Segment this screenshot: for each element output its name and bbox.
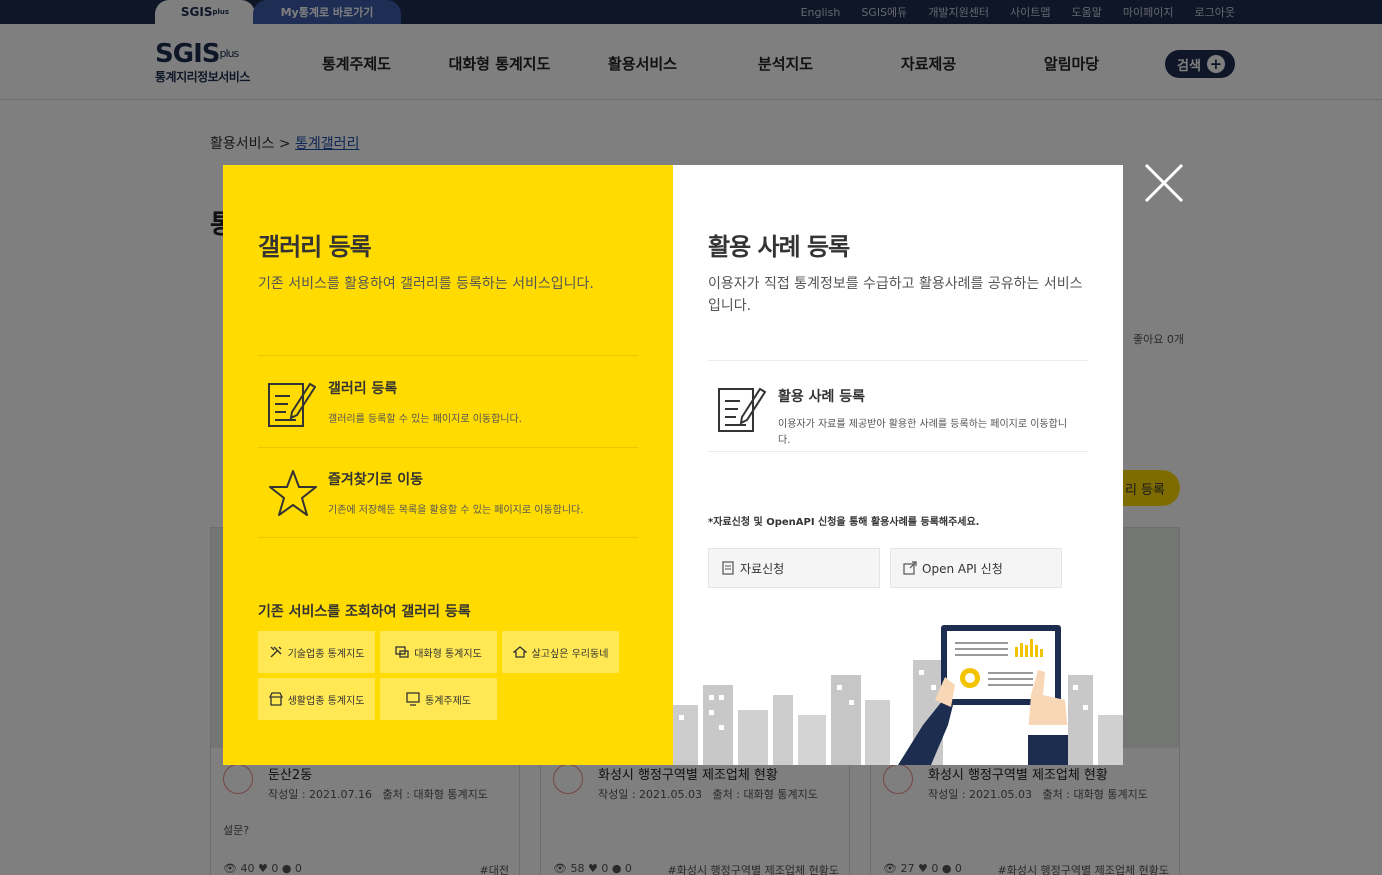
case-register-item-title: 활용 사례 등록 [778, 389, 866, 405]
close-button[interactable] [1144, 163, 1184, 203]
service-section-title: 기존 서비스를 조회하여 갤러리 등록 [258, 604, 471, 620]
tools-icon [270, 646, 282, 658]
divider [258, 537, 638, 538]
service-theme-map-button[interactable]: 통계주제도 [380, 678, 497, 720]
case-register-link[interactable]: 활용 사례 등록 이용자가 자료를 제공받아 활용한 사례를 등록하는 페이지로… [718, 383, 1088, 449]
case-register-title: 활용 사례 등록 [708, 233, 850, 261]
city-tablet-illustration [673, 625, 1123, 765]
divider [258, 447, 638, 448]
gallery-register-desc: 기존 서비스를 활용하여 갤러리를 등록하는 서비스입니다. [258, 276, 594, 292]
service-neighborhood-button[interactable]: 살고싶은 우리동네 [502, 631, 619, 673]
divider [258, 355, 638, 356]
gallery-register-panel: 갤러리 등록 기존 서비스를 활용하여 갤러리를 등록하는 서비스입니다. 갤러… [223, 165, 673, 765]
data-request-button[interactable]: 자료신청 [708, 548, 880, 588]
service-living-map-button[interactable]: 생활업종 통계지도 [258, 678, 375, 720]
favorites-item-desc: 기존에 저장해둔 목록을 활용할 수 있는 페이지로 이동합니다. [328, 505, 584, 516]
gallery-register-title: 갤러리 등록 [258, 233, 372, 261]
document-edit-icon [268, 382, 316, 427]
monitor-icon [406, 692, 420, 706]
case-register-item-desc: 이용자가 자료를 제공받아 활용한 사례를 등록하는 페이지로 이동합니다. [778, 419, 1068, 446]
gallery-register-item-desc: 갤러리를 등록할 수 있는 페이지로 이동합니다. [328, 414, 522, 425]
divider [708, 360, 1088, 361]
service-label: 살고싶은 우리동네 [531, 648, 609, 660]
store-icon [268, 692, 283, 706]
case-register-note: *자료신청 및 OpenAPI 신청을 통해 활용사례를 등록해주세요. [708, 517, 980, 528]
gallery-register-link[interactable]: 갤러리 등록 갤러리를 등록할 수 있는 페이지로 이동합니다. [268, 378, 648, 438]
api-icon [903, 561, 917, 575]
service-tech-map-button[interactable]: 기술업종 통계지도 [258, 631, 375, 673]
star-icon [269, 470, 317, 516]
case-register-panel: 활용 사례 등록 이용자가 직접 통계정보를 수급하고 활용사례를 공유하는 서… [673, 165, 1123, 765]
service-label: 통계주제도 [425, 695, 471, 707]
house-icon [512, 646, 527, 658]
case-register-desc: 이용자가 직접 통계정보를 수급하고 활용사례를 공유하는 서비스입니다. [708, 276, 1083, 314]
document-icon [722, 561, 734, 575]
favorites-link[interactable]: 즐겨찾기로 이동 기존에 저장해둔 목록을 활용할 수 있는 페이지로 이동합니… [268, 469, 648, 529]
gallery-register-item-title: 갤러리 등록 [328, 381, 398, 397]
register-modal: 갤러리 등록 기존 서비스를 활용하여 갤러리를 등록하는 서비스입니다. 갤러… [223, 165, 1123, 765]
service-label: 생활업종 통계지도 [287, 695, 365, 707]
service-label: 대화형 통계지도 [414, 648, 482, 660]
chat-icon [395, 646, 409, 658]
close-icon [1144, 163, 1184, 203]
open-api-label: Open API 신청 [922, 561, 1003, 576]
service-label: 기술업종 통계지도 [287, 648, 365, 660]
document-edit-icon [718, 387, 766, 432]
service-interactive-map-button[interactable]: 대화형 통계지도 [380, 631, 497, 673]
data-request-label: 자료신청 [740, 561, 785, 576]
open-api-request-button[interactable]: Open API 신청 [890, 548, 1062, 588]
favorites-item-title: 즐겨찾기로 이동 [328, 472, 424, 488]
divider [708, 451, 1088, 452]
